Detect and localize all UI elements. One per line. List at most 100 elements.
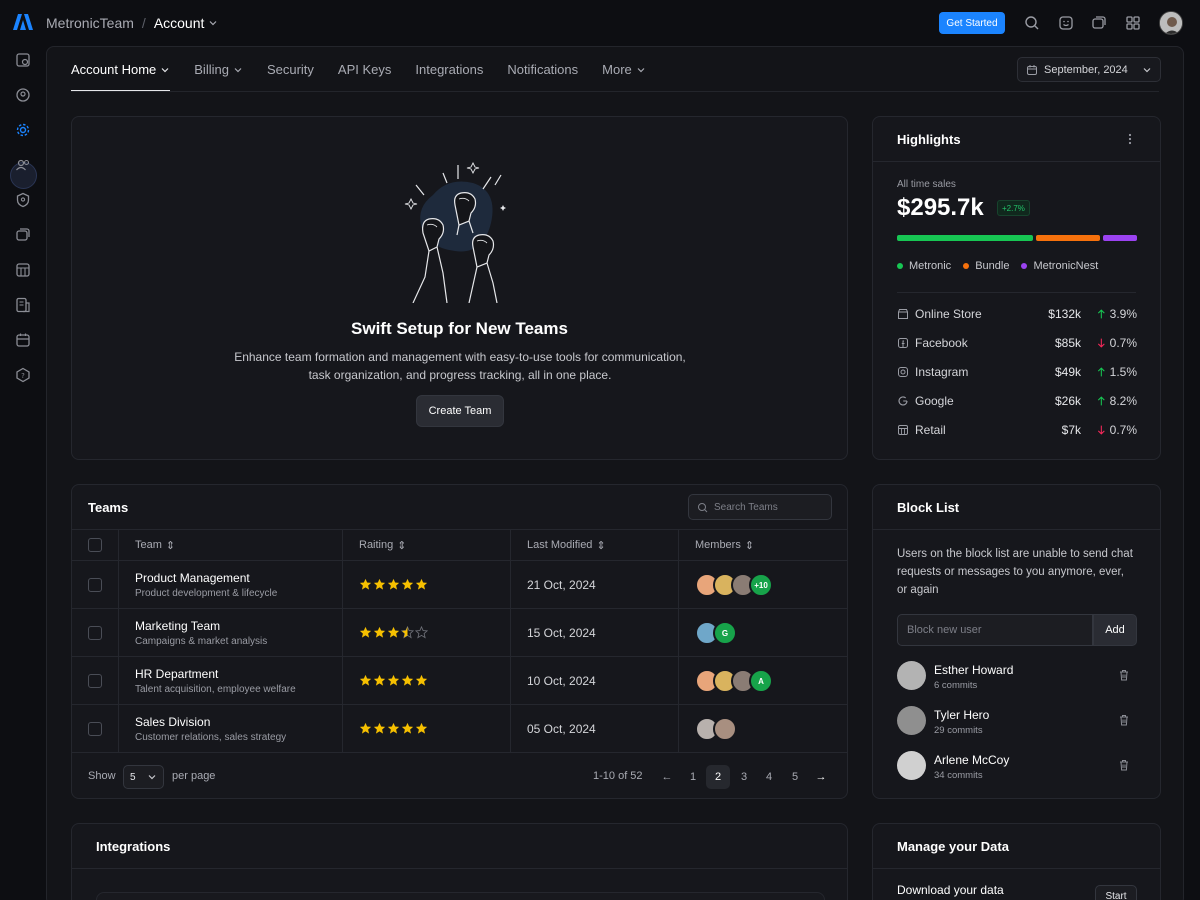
table-row[interactable]: Sales Division Customer relations, sales… xyxy=(72,705,848,753)
star-filled-icon xyxy=(359,722,372,734)
blocked-user-name[interactable]: Tyler Hero xyxy=(934,708,989,722)
blocked-user-name[interactable]: Esther Howard xyxy=(934,663,1013,677)
star-filled-icon xyxy=(415,722,428,734)
previous-page-button[interactable]: ← xyxy=(655,765,679,789)
sidebar-calendar-icon[interactable] xyxy=(14,331,32,349)
date-picker[interactable]: September, 2024 xyxy=(1017,57,1161,82)
sidebar-profile-icon[interactable] xyxy=(14,86,32,104)
sales-legend: Metronic Bundle MetronicNest xyxy=(897,260,1098,272)
messages-icon[interactable] xyxy=(1057,14,1075,32)
member-initial-badge: A xyxy=(749,669,773,693)
get-started-button[interactable]: Get Started xyxy=(939,12,1005,34)
page-button-current[interactable]: 2 xyxy=(706,765,730,789)
sidebar-messages-icon[interactable] xyxy=(14,226,32,244)
column-header-team[interactable]: Team ⇕ xyxy=(135,529,175,561)
team-name[interactable]: HR Department xyxy=(135,667,218,681)
blocked-user-name[interactable]: Arlene McCoy xyxy=(934,753,1009,767)
sidebar-security-icon[interactable] xyxy=(14,191,32,209)
show-label: Show xyxy=(88,770,116,782)
page-button[interactable]: 3 xyxy=(732,765,756,789)
tab-billing[interactable]: Billing xyxy=(194,47,243,92)
member-avatars[interactable]: G xyxy=(695,621,737,645)
table-row[interactable]: Product Management Product development &… xyxy=(72,561,848,609)
chat-icon[interactable] xyxy=(1090,14,1108,32)
block-list-card: Block List Users on the block list are u… xyxy=(872,484,1161,799)
tab-notifications[interactable]: Notifications xyxy=(507,47,578,92)
trash-icon[interactable] xyxy=(1117,758,1131,772)
tab-integrations[interactable]: Integrations xyxy=(415,47,483,92)
store-icon xyxy=(898,309,908,319)
channel-name: Facebook xyxy=(915,336,968,350)
sidebar-dashboard-icon[interactable] xyxy=(14,51,32,69)
avatar xyxy=(713,717,737,741)
block-user-input[interactable]: Block new user xyxy=(897,614,1093,646)
search-icon[interactable] xyxy=(1023,14,1041,32)
next-page-button[interactable]: → xyxy=(809,765,833,789)
select-all-checkbox[interactable] xyxy=(88,538,102,552)
row-checkbox[interactable] xyxy=(88,578,102,592)
manage-data-card: Manage your Data Download your data Star… xyxy=(872,823,1161,900)
blocked-user: Tyler Hero 29 commits xyxy=(897,706,1137,736)
row-checkbox[interactable] xyxy=(88,674,102,688)
table-row[interactable]: Marketing Team Campaigns & market analys… xyxy=(72,609,848,657)
trash-icon[interactable] xyxy=(1117,668,1131,682)
tab-label: API Keys xyxy=(337,62,392,77)
chevron-down-icon xyxy=(234,67,242,72)
tab-security[interactable]: Security xyxy=(267,47,314,92)
last-modified-date: 15 Oct, 2024 xyxy=(527,626,596,640)
team-description: Talent acquisition, employee welfare xyxy=(135,684,296,695)
search-teams-input[interactable]: Search Teams xyxy=(688,494,832,520)
date-picker-label: September, 2024 xyxy=(1044,63,1128,76)
tab-api-keys[interactable]: API Keys xyxy=(338,47,391,92)
page-button[interactable]: 5 xyxy=(783,765,807,789)
breadcrumb-team[interactable]: MetronicTeam xyxy=(46,15,134,31)
star-filled-icon xyxy=(359,578,372,590)
sort-icon: ⇕ xyxy=(596,539,606,552)
start-download-button[interactable]: Start xyxy=(1095,885,1137,900)
team-description: Customer relations, sales strategy xyxy=(135,732,287,743)
tab-account-home[interactable]: Account Home xyxy=(71,47,171,92)
tab-more[interactable]: More xyxy=(602,47,646,92)
row-checkbox[interactable] xyxy=(88,722,102,736)
sidebar-documents-icon[interactable] xyxy=(14,296,32,314)
member-avatars[interactable]: +10 xyxy=(695,573,773,597)
more-vertical-icon[interactable] xyxy=(1124,132,1136,146)
download-data-label: Download your data xyxy=(897,883,1004,897)
member-avatars[interactable] xyxy=(695,717,737,741)
page-button[interactable]: 1 xyxy=(681,765,705,789)
column-header-rating[interactable]: Raiting ⇕ xyxy=(359,529,406,561)
column-header-last-modified[interactable]: Last Modified ⇕ xyxy=(527,529,606,561)
sidebar-settings-icon[interactable] xyxy=(14,121,32,139)
page-button[interactable]: 4 xyxy=(757,765,781,789)
tab-label: Billing xyxy=(194,62,229,77)
arrow-up-icon xyxy=(1097,396,1105,406)
tab-label: Security xyxy=(266,62,314,77)
member-initial-badge: G xyxy=(713,621,737,645)
breadcrumb-page[interactable]: Account xyxy=(154,15,219,31)
hero-title: Swift Setup for New Teams xyxy=(351,319,568,338)
star-filled-icon xyxy=(373,626,386,638)
team-name[interactable]: Sales Division xyxy=(135,715,210,729)
sidebar-help-icon[interactable]: ? xyxy=(14,366,32,384)
facebook-icon xyxy=(898,338,908,348)
channel-name: Instagram xyxy=(915,365,969,379)
pagination-range: 1-10 of 52 xyxy=(593,770,643,782)
table-row[interactable]: HR Department Talent acquisition, employ… xyxy=(72,657,848,705)
channel-row: Online Store $132k 3.9% xyxy=(897,304,1137,324)
user-avatar[interactable] xyxy=(1159,11,1183,35)
sidebar-users-icon[interactable] xyxy=(14,156,32,174)
row-checkbox[interactable] xyxy=(88,626,102,640)
member-avatars[interactable]: A xyxy=(695,669,773,693)
apps-grid-icon[interactable] xyxy=(1124,14,1142,32)
trash-icon[interactable] xyxy=(1117,713,1131,727)
sidebar-store-icon[interactable] xyxy=(14,261,32,279)
team-name[interactable]: Product Management xyxy=(135,571,250,585)
block-list-header: Block List xyxy=(873,485,1160,530)
metronic-logo-icon[interactable] xyxy=(12,13,34,31)
integration-item xyxy=(96,892,825,900)
per-page-select[interactable]: 5 xyxy=(123,765,164,789)
team-name[interactable]: Marketing Team xyxy=(135,619,220,633)
create-team-button[interactable]: Create Team xyxy=(416,395,504,427)
column-header-members[interactable]: Members ⇕ xyxy=(695,529,754,561)
add-block-button[interactable]: Add xyxy=(1093,614,1137,646)
